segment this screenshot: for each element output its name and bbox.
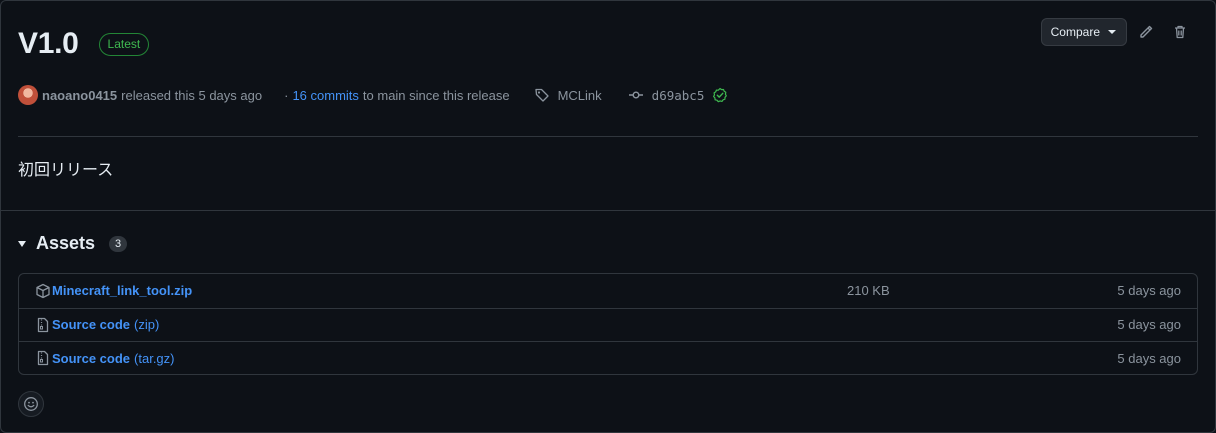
asset-row: Source code (tar.gz) 5 days ago [19,341,1197,375]
asset-date: 5 days ago [1117,350,1181,366]
released-text: released this 5 days ago [121,87,263,103]
commits-separator: · [284,87,289,103]
asset-date: 5 days ago [1117,317,1181,333]
source-code-zip-link[interactable]: Source code (zip) [52,317,159,332]
assets-title: Assets [36,233,96,253]
compare-button[interactable]: Compare [1040,18,1127,46]
title-row: V1.0 Latest [18,27,150,61]
asset-row: Minecraft_link_tool.zip 210 KB 5 days ag… [19,274,1197,308]
commits-link[interactable]: 16 commits [292,88,358,103]
divider [18,136,1198,137]
release-title[interactable]: V1.0 [18,27,79,61]
asset-date: 5 days ago [1117,283,1181,299]
check-circle-icon[interactable] [712,87,728,103]
author-link[interactable]: naoano0415 [42,88,117,103]
compare-label: Compare [1050,25,1100,39]
commits-info: · 16 commits to main since this release [284,88,510,103]
smiley-icon [24,397,38,411]
commit-link[interactable]: d69abc5 [628,87,729,103]
asset-name: Source code [52,317,131,333]
assets-count-badge: 3 [109,235,128,252]
release-meta: naoano0415 released this 5 days ago · 16… [18,84,728,106]
trash-icon [1175,25,1185,39]
delete-button[interactable] [1165,18,1195,46]
release-notes: 初回リリース [18,162,114,179]
commits-suffix: to main since this release [362,87,510,103]
pencil-icon [1140,25,1153,38]
add-reaction-button[interactable] [18,391,44,417]
source-code-targz-link[interactable]: Source code (tar.gz) [52,351,175,366]
asset-name: Source code [52,350,131,366]
tag-name: MCLink [557,87,602,103]
assets-toggle[interactable]: Assets 3 [18,233,128,254]
asset-size: 210 KB [847,283,890,299]
asset-suffix: (tar.gz) [134,350,175,366]
package-icon [35,283,51,299]
tag-icon [534,88,549,102]
asset-suffix: (zip) [134,317,160,333]
assets-list: Minecraft_link_tool.zip 210 KB 5 days ag… [18,273,1198,375]
release-card: V1.0 Latest Compare naoano0415 released … [0,0,1216,433]
release-actions: Compare [1040,18,1195,46]
asset-link[interactable]: Minecraft_link_tool.zip [52,283,192,298]
asset-row: Source code (zip) 5 days ago [19,307,1197,342]
avatar[interactable] [18,85,38,105]
caret-down-icon [1108,30,1116,34]
triangle-down-icon [18,240,26,247]
commit-icon [628,91,643,99]
edit-button[interactable] [1131,18,1161,46]
file-zip-icon [35,350,51,366]
file-zip-icon [35,317,51,333]
divider [1,210,1215,211]
commit-sha: d69abc5 [651,87,705,103]
tag-link[interactable]: MCLink [534,87,602,103]
latest-badge: Latest [98,32,150,56]
